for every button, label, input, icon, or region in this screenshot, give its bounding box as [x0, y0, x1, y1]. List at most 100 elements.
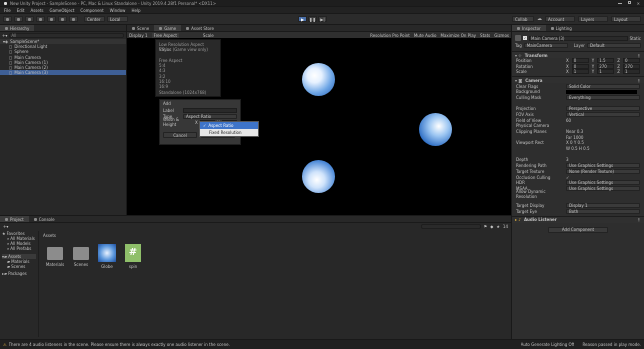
stats-toggle[interactable]: Stats — [480, 33, 490, 38]
pause-button[interactable]: ❚❚ — [308, 16, 317, 22]
scale-slider-label[interactable]: Scale — [203, 33, 214, 38]
menu-item-help[interactable]: Help — [131, 8, 140, 13]
y-value-input[interactable]: 270 — [597, 63, 615, 69]
camera-value[interactable]: 60 — [566, 118, 640, 123]
audio-listener-header[interactable]: ▸ ♪ Audio Listener ⋮ — [512, 215, 644, 223]
project-asset-item[interactable]: # spin — [123, 244, 143, 269]
project-asset-item[interactable]: Scenes — [71, 244, 91, 267]
camera-dropdown[interactable]: Use Graphics Settings — [566, 163, 640, 169]
minimize-icon[interactable] — [617, 2, 622, 4]
rect-tool-button[interactable] — [47, 16, 56, 22]
menu-item-window[interactable]: Window — [110, 8, 126, 13]
filter-type-icon[interactable]: ⚑ — [484, 224, 488, 229]
component-menu-icon[interactable]: ⋮ — [637, 78, 641, 83]
layer-dropdown[interactable]: Default — [586, 42, 641, 48]
y-value-input[interactable]: 1 — [597, 68, 615, 74]
layers-button[interactable]: Layers — [578, 16, 608, 22]
maximize-on-play-toggle[interactable]: Maximize On Play — [441, 33, 477, 38]
menu-item-edit[interactable]: Edit — [17, 8, 25, 13]
maximize-icon[interactable] — [627, 0, 631, 4]
camera-header[interactable]: ▾ ◙ Camera ⋮ — [512, 76, 644, 84]
layout-button[interactable]: Layout — [611, 16, 641, 22]
scale-tool-button[interactable] — [36, 16, 45, 22]
menu-item-gameobject[interactable]: GameObject — [49, 8, 74, 13]
label-input[interactable] — [183, 107, 237, 113]
object-name-input[interactable]: Main Camera (3) — [529, 35, 628, 41]
display-dropdown[interactable]: Display 1 — [129, 33, 148, 38]
move-tool-button[interactable] — [14, 16, 23, 22]
tree-packages[interactable]: ▸▰ Packages — [2, 271, 36, 276]
camera-dropdown[interactable]: Both — [566, 208, 640, 214]
add-object-icon[interactable]: +▾ — [2, 33, 7, 38]
tab-project[interactable]: Project — [0, 216, 29, 222]
status-message[interactable]: There are 4 audio listeners in the scene… — [9, 342, 230, 347]
asset-tree-item[interactable]: ▰ Scenes — [2, 264, 36, 269]
pivot-center-button[interactable]: Center — [84, 16, 105, 22]
camera-dropdown[interactable]: Use Graphics Settings — [566, 180, 640, 186]
y-value-input[interactable]: 1.5 — [597, 58, 615, 64]
collab-button[interactable]: Collab — [512, 16, 534, 22]
pivot-local-button[interactable]: Local — [107, 16, 128, 22]
gizmos-dropdown[interactable]: Gizmos — [494, 33, 509, 38]
camera-value[interactable]: Near 0.3 — [566, 129, 640, 134]
project-asset-item[interactable]: Globe — [97, 244, 117, 269]
camera-value[interactable]: Far 1000 — [566, 135, 640, 140]
step-button[interactable]: ▶| — [318, 16, 327, 22]
tab-asset-store[interactable]: Asset Store — [181, 25, 219, 31]
dialog-cancel-button[interactable]: Cancel — [163, 132, 197, 138]
menu-item-component[interactable]: Component — [80, 8, 103, 13]
component-menu-icon[interactable]: ⋮ — [637, 217, 641, 222]
close-icon[interactable]: ✕ — [637, 1, 640, 6]
menu-item-assets[interactable]: Assets — [30, 8, 43, 13]
favorite-item[interactable]: ⌕ All Prefabs — [2, 246, 36, 251]
filter-label-icon[interactable]: ◆ — [490, 224, 493, 229]
create-icon[interactable]: +▾ — [3, 224, 8, 229]
z-value-input[interactable]: 0 — [622, 58, 640, 64]
static-toggle[interactable]: Static — [630, 36, 641, 41]
dropdown-option-aspect-ratio[interactable]: ✓ Aspect Ratio — [200, 122, 258, 129]
background-color-swatch[interactable] — [566, 89, 637, 94]
camera-value[interactable]: X 0 Y 0.5 — [566, 140, 640, 145]
z-value-input[interactable]: 1 — [622, 68, 640, 74]
aspect-dropdown[interactable]: Free Aspect — [151, 32, 179, 38]
tab-inspector[interactable]: Inspector — [512, 25, 546, 31]
active-checkbox[interactable]: ✓ — [523, 36, 527, 40]
star-icon[interactable]: ★ — [496, 224, 500, 229]
hierarchy-search-input[interactable]: All — [9, 33, 124, 38]
camera-dropdown[interactable]: Use Graphics Settings — [566, 185, 640, 191]
camera-dropdown[interactable]: Everything — [566, 94, 640, 100]
transform-header[interactable]: ▾ ⊹ Transform ⋮ — [512, 51, 644, 58]
menu-item-file[interactable]: File — [4, 8, 11, 13]
camera-value[interactable]: W 0.5 H 0.5 — [566, 146, 640, 151]
add-component-button[interactable]: Add Component — [548, 226, 608, 233]
tab-scene[interactable]: Scene — [127, 25, 154, 31]
camera-value[interactable] — [566, 89, 640, 94]
tab-hierarchy[interactable]: Hierarchy — [0, 25, 35, 31]
z-value-input[interactable]: 270 — [622, 63, 640, 69]
camera-value[interactable]: 3 — [566, 157, 640, 162]
x-value-input[interactable]: 0 — [571, 58, 589, 64]
aspect-menu-item[interactable]: Standalone (1024x768) — [159, 90, 217, 95]
custom-tool-button[interactable] — [69, 16, 78, 22]
project-search-input[interactable] — [420, 224, 481, 229]
account-button[interactable]: Account — [545, 16, 575, 22]
resolution-toggle[interactable]: Resolution Pro Point — [370, 33, 410, 38]
camera-dropdown[interactable]: Vertical — [566, 111, 640, 117]
x-value-input[interactable]: 0 — [571, 63, 589, 69]
dropdown-option-fixed-resolution[interactable]: Fixed Resolution — [200, 129, 258, 136]
hierarchy-item[interactable]: ◻ Main Camera (3) — [0, 70, 126, 76]
camera-dropdown[interactable]: Display 1 — [566, 202, 640, 208]
project-asset-item[interactable]: Materials — [45, 244, 65, 267]
cloud-icon[interactable]: ☁ — [537, 16, 542, 22]
component-menu-icon[interactable]: ⋮ — [637, 53, 641, 58]
camera-dropdown[interactable]: Solid Color — [566, 83, 640, 89]
camera-dropdown[interactable]: None (Render Texture) — [566, 168, 640, 174]
camera-value[interactable]: ✓ — [566, 175, 640, 180]
camera-dropdown[interactable]: Perspective — [566, 106, 640, 112]
tab-lighting[interactable]: Lighting — [546, 25, 577, 31]
hand-tool-button[interactable] — [3, 16, 12, 22]
mute-audio-toggle[interactable]: Mute Audio — [414, 33, 437, 38]
transform-tool-button[interactable] — [58, 16, 67, 22]
tab-console[interactable]: Console — [29, 216, 60, 222]
tag-dropdown[interactable]: MainCamera — [523, 42, 568, 48]
